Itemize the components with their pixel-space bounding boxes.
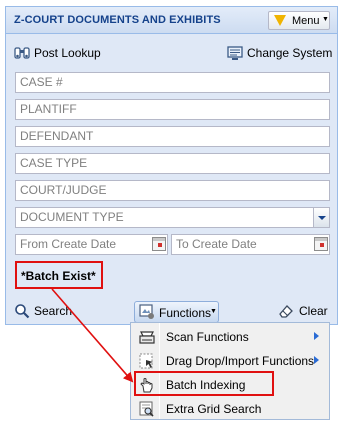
chevron-down-icon: ▼ — [210, 308, 217, 315]
import-icon — [139, 353, 153, 369]
clear-label: Clear — [299, 304, 328, 318]
menu-item-extra-grid-search[interactable]: Extra Grid Search — [131, 397, 329, 421]
menu-item-label: Drag Drop/Import Functions — [166, 354, 315, 368]
panel-title: Z-COURT DOCUMENTS AND EXHIBITS — [14, 14, 221, 26]
plaintiff-field[interactable]: PLANTIFF — [15, 99, 330, 120]
batch-exist-highlight: *Batch Exist* — [15, 261, 103, 289]
combo-dropdown-trigger[interactable] — [313, 208, 329, 227]
chevron-down-icon: ▼ — [322, 16, 329, 23]
menu-item-label: Extra Grid Search — [166, 402, 262, 416]
to-create-date-field[interactable]: To Create Date — [171, 234, 330, 255]
flag-icon — [274, 15, 286, 26]
batch-indexing-highlight — [134, 371, 274, 396]
submenu-arrow-icon — [314, 332, 319, 340]
batch-exist-status: *Batch Exist* — [21, 269, 96, 283]
eraser-icon — [279, 305, 293, 318]
case-number-field[interactable]: CASE # — [15, 72, 330, 93]
menu-item-label: Scan Functions — [166, 330, 249, 344]
documents-panel: Z-COURT DOCUMENTS AND EXHIBITS Menu ▼ Po… — [5, 6, 338, 325]
document-type-combo[interactable]: DOCUMENT TYPE — [15, 207, 330, 228]
calendar-icon[interactable] — [152, 237, 166, 251]
post-lookup-button[interactable]: Post Lookup — [14, 45, 114, 63]
functions-icon — [139, 304, 154, 319]
menu-item-scan-functions[interactable]: Scan Functions — [131, 325, 329, 349]
calendar-icon[interactable] — [314, 237, 328, 251]
submenu-arrow-icon — [314, 356, 319, 364]
search-button[interactable]: Search — [14, 303, 78, 321]
binoculars-icon — [14, 47, 30, 59]
case-type-field[interactable]: CASE TYPE — [15, 153, 330, 174]
from-create-date-field[interactable]: From Create Date — [15, 234, 168, 255]
menu-button[interactable]: Menu ▼ — [268, 11, 330, 30]
post-lookup-label: Post Lookup — [34, 46, 101, 60]
menu-button-label: Menu — [292, 15, 320, 27]
defendant-field[interactable]: DEFENDANT — [15, 126, 330, 147]
monitor-icon — [227, 46, 243, 60]
change-system-label: Change System — [247, 46, 333, 60]
scanner-icon — [139, 331, 155, 344]
document-type-placeholder: DOCUMENT TYPE — [20, 210, 124, 224]
functions-button[interactable]: Functions ▼ — [134, 301, 219, 323]
clear-button[interactable]: Clear — [278, 303, 333, 321]
search-label: Search — [34, 304, 73, 318]
functions-label: Functions — [159, 306, 212, 320]
to-create-date-placeholder: To Create Date — [176, 237, 257, 251]
change-system-button[interactable]: Change System — [227, 45, 333, 63]
grid-search-icon — [139, 401, 154, 417]
menu-item-drag-drop-import[interactable]: Drag Drop/Import Functions — [131, 349, 329, 373]
court-judge-field[interactable]: COURT/JUDGE — [15, 180, 330, 201]
magnifier-icon — [15, 304, 30, 319]
from-create-date-placeholder: From Create Date — [20, 237, 117, 251]
panel-header: Z-COURT DOCUMENTS AND EXHIBITS Menu ▼ — [6, 7, 337, 34]
